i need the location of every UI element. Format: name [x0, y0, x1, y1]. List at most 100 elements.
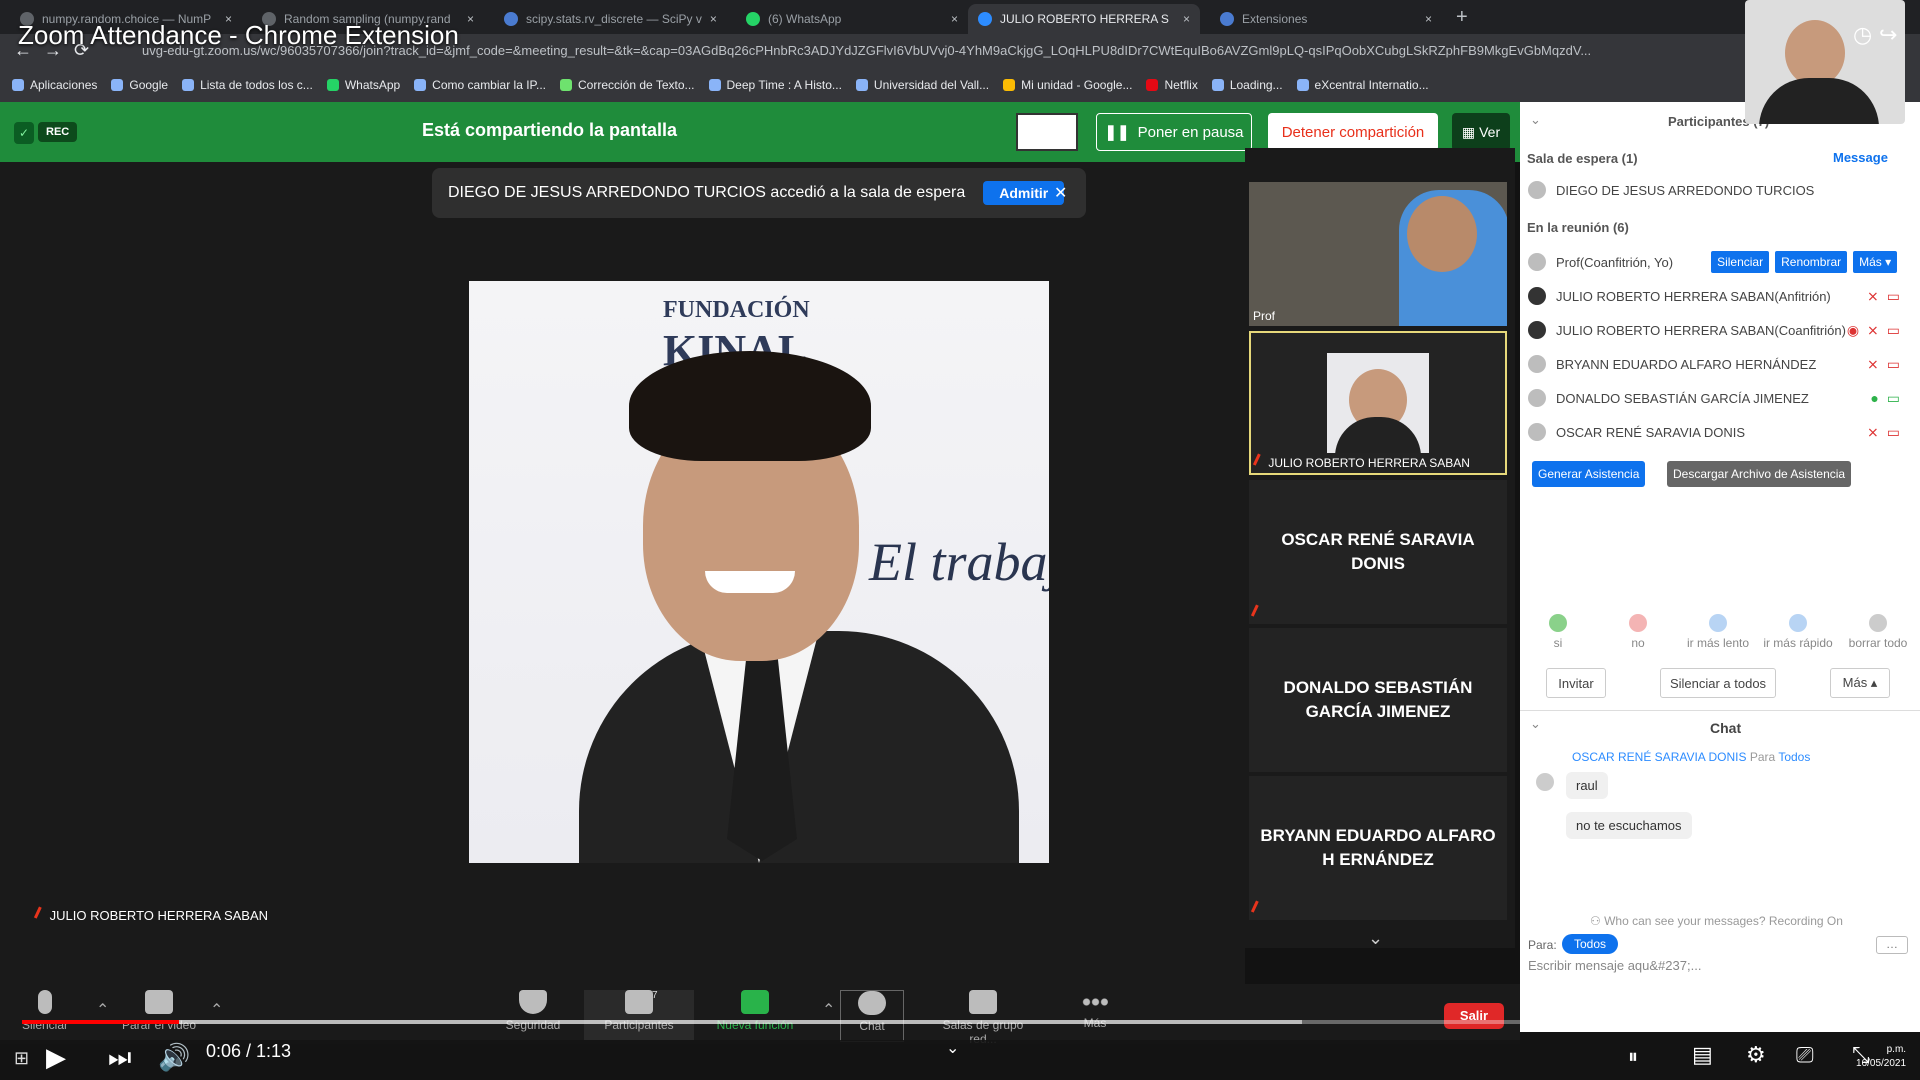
avatar: [1528, 389, 1546, 407]
mic-off-icon: ⨯▭: [1867, 423, 1908, 440]
stop-share-button[interactable]: Detener compartición: [1268, 113, 1438, 151]
clock-icon[interactable]: ◷: [1853, 22, 1872, 48]
play-icon[interactable]: ▶: [46, 1042, 66, 1073]
bookmark-item[interactable]: Como cambiar la IP...: [414, 78, 546, 92]
bookmark-item[interactable]: Deep Time : A Histo...: [708, 78, 842, 92]
participant-row[interactable]: JULIO ROBERTO HERRERA SABAN(Anfitrión) ⨯▭: [1528, 280, 1908, 312]
bookmark-item[interactable]: Google: [111, 78, 168, 92]
autoplay-toggle[interactable]: ⏸: [1628, 1046, 1638, 1069]
waiting-room-title[interactable]: Sala de espera (1): [1527, 151, 1638, 166]
video-toolbar-button[interactable]: Parar el video: [104, 990, 214, 1032]
reaction-no[interactable]: no: [1598, 614, 1678, 650]
cast-icon[interactable]: ⎚: [1796, 1042, 1814, 1068]
captions-icon[interactable]: ▤: [1692, 1042, 1713, 1068]
zoom-icon: [978, 12, 992, 26]
participant-row[interactable]: BRYANN EDUARDO ALFARO HERNÁNDEZ ⨯▭: [1528, 348, 1908, 380]
bookmark-item[interactable]: WhatsApp: [326, 78, 400, 92]
gallery-tile[interactable]: DONALDO SEBASTIÁN GARCÍA JIMENEZ: [1249, 628, 1507, 772]
bookmark-item[interactable]: Netflix: [1146, 78, 1198, 92]
chat-input[interactable]: Escribir mensaje aqu&#237;...: [1528, 958, 1701, 973]
leave-button[interactable]: Salir: [1444, 1003, 1504, 1029]
close-tab-icon[interactable]: ×: [1175, 12, 1190, 26]
browser-tab[interactable]: scipy.stats.rv_discrete — SciPy v ×: [494, 4, 726, 34]
chevron-up-icon[interactable]: ⌃: [210, 1000, 223, 1020]
chevron-down-icon[interactable]: ⌄: [946, 1038, 959, 1058]
bookmark-item[interactable]: Loading...: [1211, 78, 1283, 92]
next-icon[interactable]: ⏭: [108, 1042, 131, 1074]
reaction-faster[interactable]: ir más rápido: [1758, 614, 1838, 650]
mute-all-button[interactable]: Silenciar a todos: [1660, 668, 1776, 698]
settings-icon[interactable]: ⚙: [1746, 1042, 1766, 1068]
chevron-down-icon[interactable]: ⌄: [1530, 716, 1541, 732]
chat-toolbar-button[interactable]: Chat: [840, 990, 904, 1042]
grid-icon: [969, 990, 997, 1014]
share-thumbnail[interactable]: [1016, 113, 1078, 151]
participant-row[interactable]: DONALDO SEBASTIÁN GARCÍA JIMENEZ ●▭: [1528, 382, 1908, 414]
more-button[interactable]: Más ▾: [1853, 251, 1898, 273]
chevron-down-icon[interactable]: ⌄: [1368, 928, 1383, 949]
tile-name: Prof: [1253, 309, 1276, 323]
mic-on-icon: ●▭: [1870, 389, 1908, 406]
browser-tab-active[interactable]: JULIO ROBERTO HERRERA S ×: [968, 4, 1200, 34]
share-toolbar-button[interactable]: Nueva función: [700, 990, 810, 1032]
close-tab-icon[interactable]: ×: [702, 12, 717, 26]
gallery-tile[interactable]: OSCAR RENÉ SARAVIA DONIS: [1249, 480, 1507, 624]
bookmark-item[interactable]: Corrección de Texto...: [560, 78, 695, 92]
tile-name: OSCAR RENÉ SARAVIA DONIS: [1281, 530, 1475, 573]
participant-row[interactable]: Prof(Coanfitrión, Yo) Silenciar Renombra…: [1528, 246, 1908, 278]
breakout-toolbar-button[interactable]: Salas de grupo red...: [928, 990, 1038, 1046]
bookmark-item[interactable]: Aplicaciones: [12, 78, 97, 92]
video-title[interactable]: Zoom Attendance - Chrome Extension: [18, 20, 459, 51]
shield-icon: [519, 990, 547, 1014]
bookmark-item[interactable]: Mi unidad - Google...: [1003, 78, 1132, 92]
browser-tab[interactable]: Extensiones ×: [1210, 4, 1442, 34]
video-feed: [1407, 196, 1477, 272]
reaction-slower[interactable]: ir más lento: [1678, 614, 1758, 650]
bookmark-item[interactable]: Universidad del Vall...: [855, 78, 989, 92]
windows-icon[interactable]: ⊞: [14, 1048, 29, 1069]
invite-button[interactable]: Invitar: [1546, 668, 1606, 698]
admit-button[interactable]: Admitir: [983, 181, 1065, 205]
bookmarks-bar: Aplicaciones Google Lista de todos los c…: [0, 68, 1920, 102]
mute-toolbar-button[interactable]: Silenciar: [0, 990, 100, 1032]
shield-icon[interactable]: ✓: [14, 122, 34, 144]
view-button[interactable]: ▦ Ver: [1452, 113, 1510, 151]
smile-shape: [705, 571, 795, 593]
bookmark-item[interactable]: Lista de todos los c...: [182, 78, 313, 92]
gallery-tile[interactable]: Prof: [1249, 182, 1507, 326]
chevron-up-icon[interactable]: ⌃: [822, 1000, 835, 1020]
share-icon[interactable]: ↪: [1879, 22, 1897, 48]
plus-icon[interactable]: +: [1456, 6, 1468, 29]
chat-options-button[interactable]: …: [1876, 936, 1908, 954]
generate-attendance-button[interactable]: Generar Asistencia: [1532, 461, 1646, 487]
rename-button[interactable]: Renombrar: [1775, 251, 1848, 273]
grid-icon: ▦: [1461, 123, 1476, 140]
gallery-tile[interactable]: BRYANN EDUARDO ALFARO H ERNÁNDEZ: [1249, 776, 1507, 920]
close-tab-icon[interactable]: ×: [943, 12, 958, 26]
message-link[interactable]: Message: [1833, 150, 1888, 165]
waiting-person-row[interactable]: DIEGO DE JESUS ARREDONDO TURCIOS: [1528, 174, 1908, 206]
volume-icon[interactable]: 🔊: [158, 1042, 190, 1073]
gallery-tile-active[interactable]: JULIO ROBERTO HERRERA SABAN: [1249, 331, 1507, 475]
mute-button[interactable]: Silenciar: [1711, 251, 1770, 273]
check-icon: [560, 79, 572, 91]
close-icon[interactable]: ✕: [1054, 183, 1067, 203]
participant-row[interactable]: OSCAR RENÉ SARAVIA DONIS ⨯▭: [1528, 416, 1908, 448]
chevron-down-icon[interactable]: ⌄: [1530, 112, 1541, 128]
participant-row[interactable]: JULIO ROBERTO HERRERA SABAN(Coanfitrión)…: [1528, 314, 1908, 346]
security-toolbar-button[interactable]: Seguridad: [478, 990, 588, 1032]
close-tab-icon[interactable]: ×: [459, 12, 474, 26]
download-attendance-button[interactable]: Descargar Archivo de Asistencia: [1667, 461, 1852, 487]
more-toolbar-button[interactable]: Más: [1040, 990, 1150, 1030]
browser-tab[interactable]: (6) WhatsApp ×: [736, 4, 968, 34]
participants-toolbar-button[interactable]: Participantes: [584, 990, 694, 1040]
more-options-button[interactable]: Más ▴: [1830, 668, 1890, 698]
bookmark-item[interactable]: eXcentral Internatio...: [1296, 78, 1429, 92]
close-tab-icon[interactable]: ×: [1417, 12, 1432, 26]
globe-icon: [1211, 79, 1224, 91]
participants-panel: [1520, 102, 1920, 1032]
reaction-yes[interactable]: si: [1518, 614, 1598, 650]
pause-share-button[interactable]: ❚❚ Poner en pausa: [1096, 113, 1252, 151]
recipient-dropdown[interactable]: Todos: [1562, 934, 1619, 954]
clear-reactions[interactable]: borrar todo: [1838, 614, 1918, 650]
